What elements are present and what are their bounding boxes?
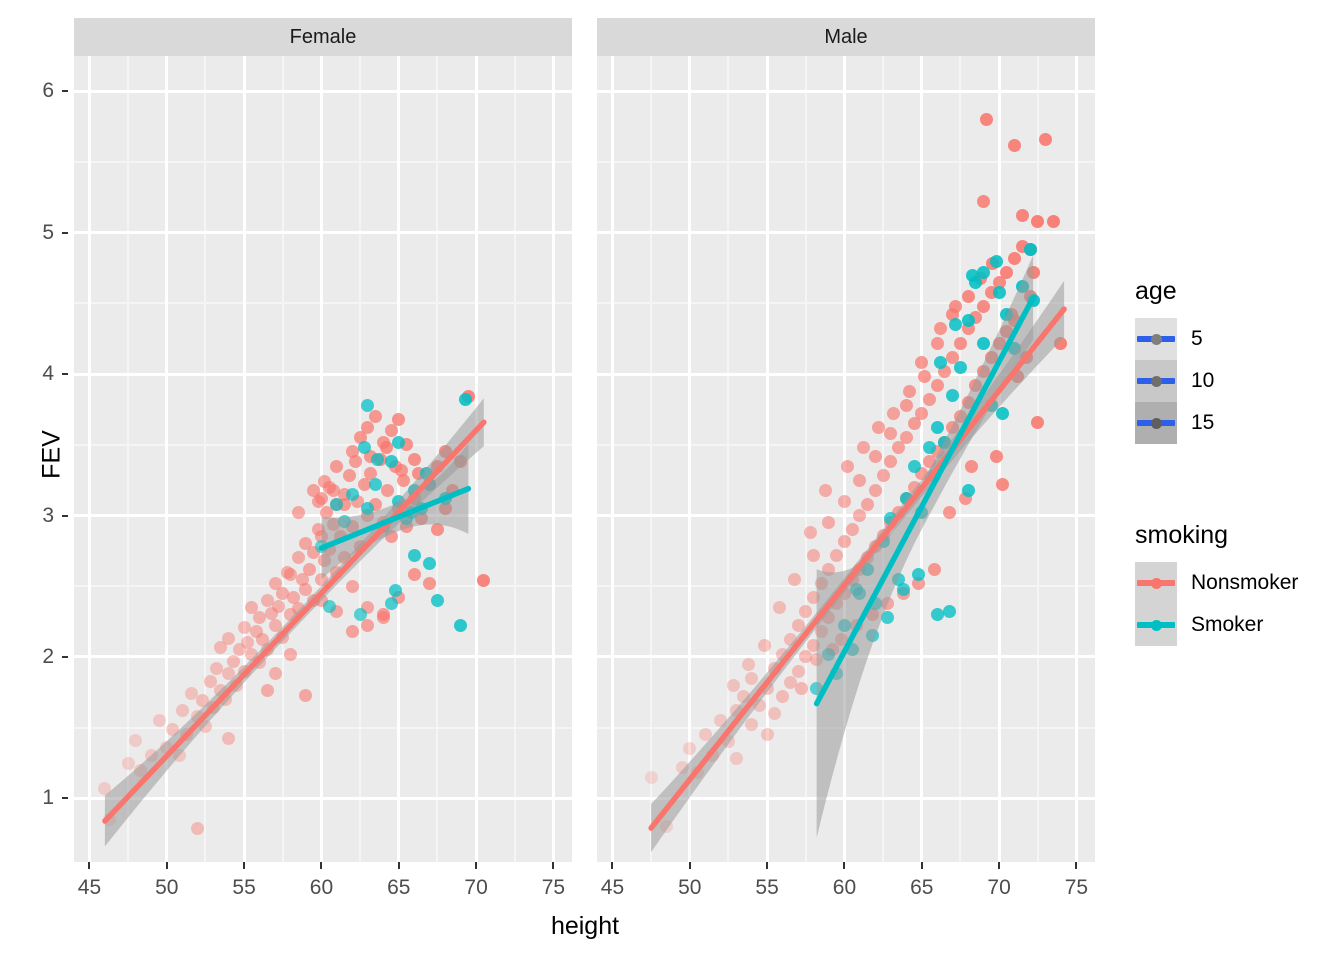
legend-age-key <box>1135 360 1177 402</box>
x-tick-label: 50 <box>155 876 179 899</box>
legend-title-smoking: smoking <box>1135 521 1229 549</box>
trend-line <box>648 306 1067 831</box>
x-tick-label: 75 <box>1064 876 1089 899</box>
x-tick-mark <box>688 862 691 869</box>
x-tick-label: 60 <box>832 876 857 899</box>
x-tick-mark <box>320 862 323 869</box>
panel-female-overlay <box>102 398 487 847</box>
panel-male-overlay <box>648 255 1067 853</box>
x-tick-label: 45 <box>77 876 102 899</box>
legend-point-glyph <box>1150 333 1162 345</box>
y-tick-mark <box>62 797 68 800</box>
legend-age-label: 5 <box>1191 327 1203 350</box>
legend-smoking-item[interactable]: Nonsmoker <box>1135 562 1298 604</box>
legend-point-glyph <box>1150 417 1162 429</box>
legend-point-glyph <box>1150 577 1162 589</box>
legend-smoking-label: Smoker <box>1191 613 1264 636</box>
y-tick-mark <box>62 514 68 517</box>
y-tick-label: 4 <box>42 362 54 386</box>
trend-line <box>102 419 487 824</box>
legend-age-label: 10 <box>1191 369 1215 392</box>
x-tick-mark <box>998 862 1001 869</box>
x-tick-mark <box>1075 862 1078 869</box>
x-tick-mark <box>397 862 400 869</box>
x-tick-label: 70 <box>987 876 1011 899</box>
y-tick-mark <box>62 655 68 658</box>
legend-age-label: 15 <box>1191 411 1215 434</box>
x-tick-label: 65 <box>910 876 934 899</box>
legend-age-item[interactable]: 15 <box>1135 402 1214 444</box>
x-tick-label: 70 <box>464 876 488 899</box>
legend-smoking-label: Nonsmoker <box>1191 571 1299 594</box>
y-tick-label: 1 <box>42 786 54 810</box>
y-tick-label: 2 <box>42 644 54 668</box>
legend-age: 5 10 15 <box>1135 318 1214 444</box>
facet-strip-male: Male <box>597 18 1095 56</box>
y-tick-mark <box>62 373 68 376</box>
x-tick-mark <box>611 862 614 869</box>
legend-title-age: age <box>1135 277 1177 305</box>
legend-smoking-item[interactable]: Smoker <box>1135 604 1298 646</box>
legend-smoking-key <box>1135 562 1177 604</box>
x-tick-mark <box>920 862 923 869</box>
legend-point-glyph <box>1150 619 1162 631</box>
x-tick-mark <box>475 862 478 869</box>
x-tick-label: 50 <box>678 876 702 899</box>
y-tick-label: 5 <box>42 220 54 244</box>
trend-line <box>813 295 1036 707</box>
facet-strip-label: Female <box>289 25 357 48</box>
y-tick-mark <box>62 90 68 93</box>
y-tick-label: 6 <box>42 79 54 103</box>
confidence-band <box>816 255 1034 838</box>
legend-age-key <box>1135 402 1177 444</box>
legend-age-key <box>1135 318 1177 360</box>
x-tick-label: 65 <box>387 876 411 899</box>
panel-female <box>74 56 572 862</box>
x-tick-mark <box>552 862 555 869</box>
legend-age-item[interactable]: 5 <box>1135 318 1214 360</box>
x-tick-label: 45 <box>600 876 625 899</box>
legend-point-glyph <box>1150 375 1162 387</box>
x-tick-label: 60 <box>309 876 334 899</box>
x-tick-mark <box>843 862 846 869</box>
y-axis: 1 2 3 4 5 6 <box>0 56 68 862</box>
facet-strip-female: Female <box>74 18 572 56</box>
x-tick-mark <box>766 862 769 869</box>
y-tick-mark <box>62 231 68 234</box>
x-tick-label: 55 <box>755 876 779 899</box>
x-axis-title: height <box>550 912 620 940</box>
x-tick-mark <box>243 862 246 869</box>
legend-smoking: Nonsmoker Smoker <box>1135 562 1298 646</box>
legend-smoking-key <box>1135 604 1177 646</box>
ggplot-figure: FEV height 123456 45 50 55 60 65 70 75 45 50 55 60… <box>0 0 1344 960</box>
panel-male <box>597 56 1095 862</box>
x-tick-mark <box>165 862 168 869</box>
x-tick-mark <box>88 862 91 869</box>
y-tick-label: 3 <box>42 503 54 527</box>
x-tick-label: 75 <box>541 876 566 899</box>
facet-strip-label: Male <box>824 25 868 48</box>
legend-age-item[interactable]: 10 <box>1135 360 1214 402</box>
x-tick-label: 55 <box>232 876 256 899</box>
